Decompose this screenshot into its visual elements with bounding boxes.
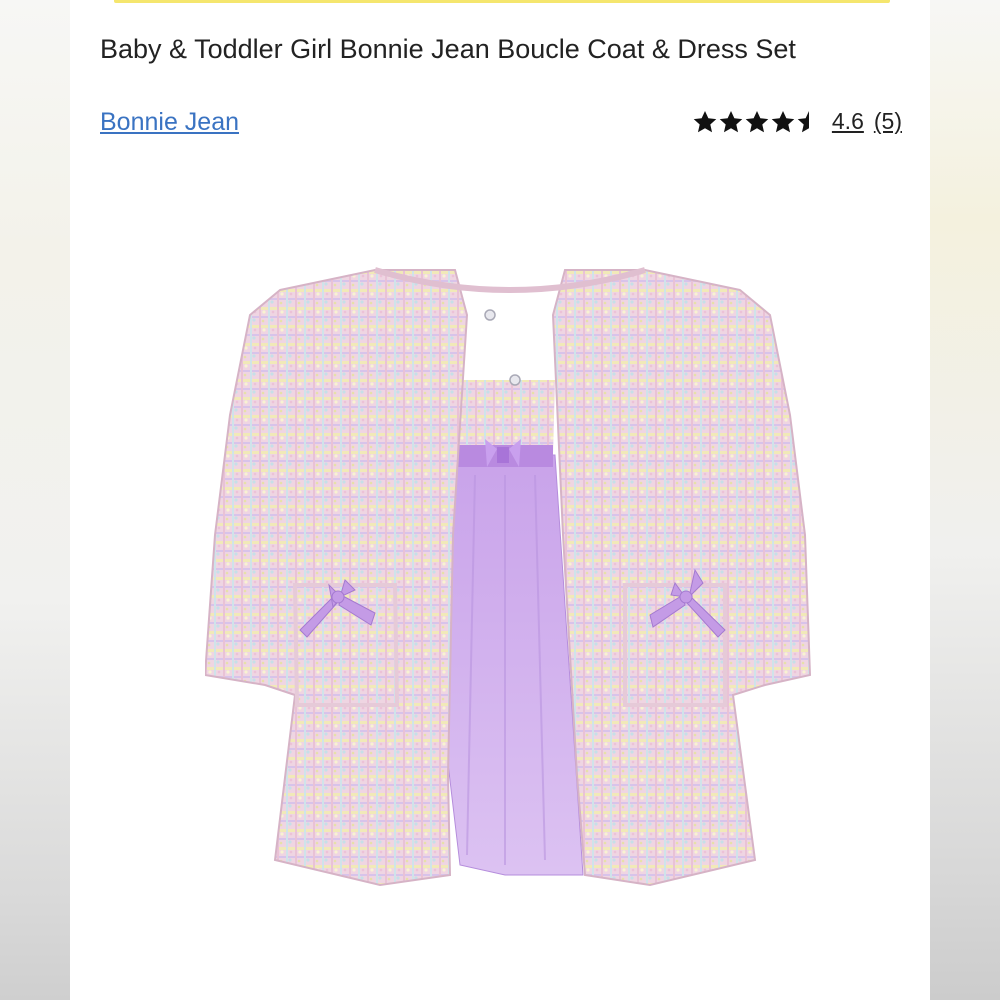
background-left <box>0 0 70 1000</box>
star-icon <box>719 110 743 132</box>
review-count-link[interactable]: (5) <box>874 108 902 135</box>
half-star-icon <box>797 110 809 132</box>
star-icon <box>693 110 717 132</box>
brand-link[interactable]: Bonnie Jean <box>100 108 239 137</box>
star-icon <box>745 110 769 132</box>
background-right <box>930 0 1000 1000</box>
product-card: Baby & Toddler Girl Bonnie Jean Boucle C… <box>70 0 930 1000</box>
product-image[interactable] <box>205 235 815 925</box>
top-accent-strip <box>114 0 890 3</box>
rating-value[interactable]: 4.6 <box>832 108 864 135</box>
product-title: Baby & Toddler Girl Bonnie Jean Boucle C… <box>100 34 796 64</box>
star-icon <box>771 110 795 132</box>
rating-summary[interactable]: 4.6 (5) <box>692 108 902 135</box>
rating-stars <box>692 109 822 135</box>
